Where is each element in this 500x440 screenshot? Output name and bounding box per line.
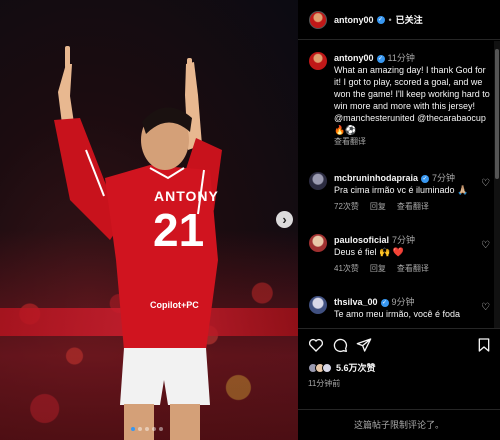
comment-item: thsilva_00 ✓ 9分钟 Te amo meu irmão, você é …: [309, 296, 492, 320]
comment-translate-link[interactable]: 查看翻译: [397, 263, 429, 275]
jersey-sponsor: Copilot+PC: [150, 300, 199, 310]
next-photo-button[interactable]: ›: [276, 211, 293, 228]
player-figure: [54, 46, 222, 440]
comment-likes[interactable]: 72次赞: [334, 201, 359, 213]
bookmark-icon[interactable]: [476, 337, 492, 353]
comment-reply-button[interactable]: 回复: [370, 201, 386, 213]
comments-limited-notice: 这篇帖子限制评论了。: [298, 409, 500, 440]
caption-time: 11分钟: [387, 53, 415, 63]
carousel-dot: [145, 427, 149, 431]
verified-icon: ✓: [380, 298, 389, 307]
heart-icon[interactable]: [308, 337, 324, 353]
verified-icon: ✓: [421, 174, 430, 183]
post-timestamp: 11分钟前: [308, 379, 341, 388]
comment-text: Te amo meu irmão, você é foda: [334, 309, 461, 319]
comment-avatar[interactable]: [309, 234, 327, 252]
carousel-dot: [131, 427, 135, 431]
verified-icon: ✓: [376, 54, 385, 63]
verified-icon: ✓: [376, 15, 385, 24]
post-actions: 5.6万次赞 11分钟前 这篇帖子限制评论了。: [298, 328, 500, 440]
carousel-dot: [159, 427, 163, 431]
caption-avatar[interactable]: [309, 52, 327, 70]
comment-reply-button[interactable]: 回复: [370, 263, 386, 275]
caption-username[interactable]: antony00: [334, 53, 374, 63]
comment-avatar[interactable]: [309, 172, 327, 190]
comments-scrollbar[interactable]: [494, 41, 500, 328]
liker-avatar: [322, 362, 332, 373]
following-button[interactable]: 已关注: [396, 13, 423, 26]
comment-text: Deus é fiel 🙌 ❤️: [334, 247, 404, 257]
caption-translate-link[interactable]: 查看翻译: [334, 136, 492, 148]
comment-item: mcbruninhodapraia ✓ 7分钟 Pra cima irmão vc …: [309, 172, 492, 213]
comment-like-icon[interactable]: ♡: [481, 240, 490, 251]
likes-summary[interactable]: 5.6万次赞: [308, 361, 376, 374]
comment-username[interactable]: mcbruninhodapraia: [334, 173, 418, 183]
post-header: antony00 ✓ • 已关注: [298, 0, 500, 40]
post-photo[interactable]: ANTONY 21 Copilot+PC ›: [0, 0, 298, 440]
comment-avatar[interactable]: [309, 296, 327, 314]
post-side-pane: antony00 ✓ • 已关注 antony00 ✓ 11分钟 What an a…: [298, 0, 500, 440]
comment-like-icon[interactable]: ♡: [481, 302, 490, 313]
caption-text: What an amazing day! I thank God for it!…: [334, 65, 490, 135]
header-separator: •: [388, 14, 392, 25]
comment-username[interactable]: thsilva_00: [334, 297, 378, 307]
carousel-dot: [152, 427, 156, 431]
comments-feed[interactable]: antony00 ✓ 11分钟 What an amazing day! I tha…: [298, 41, 494, 328]
post-modal: ANTONY 21 Copilot+PC › antony00 ✓ • 已关注 …: [0, 0, 500, 440]
comment-item: paulosoficial 7分钟 Deus é fiel 🙌 ❤️ 41次赞 回…: [309, 234, 492, 275]
jersey-number: 21: [153, 204, 205, 256]
carousel-indicator: [131, 427, 163, 431]
likes-count[interactable]: 5.6万次赞: [336, 361, 376, 374]
share-icon[interactable]: [356, 337, 372, 353]
comment-time: 9分钟: [391, 297, 415, 307]
comment-likes[interactable]: 41次赞: [334, 263, 359, 275]
scrollbar-thumb[interactable]: [495, 49, 499, 179]
comment-translate-link[interactable]: 查看翻译: [397, 201, 429, 213]
comment-time: 7分钟: [392, 235, 416, 245]
author-avatar[interactable]: [309, 10, 327, 29]
jersey-name: ANTONY: [154, 188, 219, 204]
carousel-dot: [138, 427, 142, 431]
comment-icon[interactable]: [332, 337, 348, 353]
comment-time: 7分钟: [432, 173, 456, 183]
comment-like-icon[interactable]: ♡: [481, 178, 490, 189]
comment-username[interactable]: paulosoficial: [334, 235, 389, 245]
caption: antony00 ✓ 11分钟 What an amazing day! I tha…: [309, 52, 492, 148]
comment-text: Pra cima irmão vc é iluminado 🙏🏼: [334, 185, 469, 195]
author-username[interactable]: antony00: [334, 15, 374, 25]
